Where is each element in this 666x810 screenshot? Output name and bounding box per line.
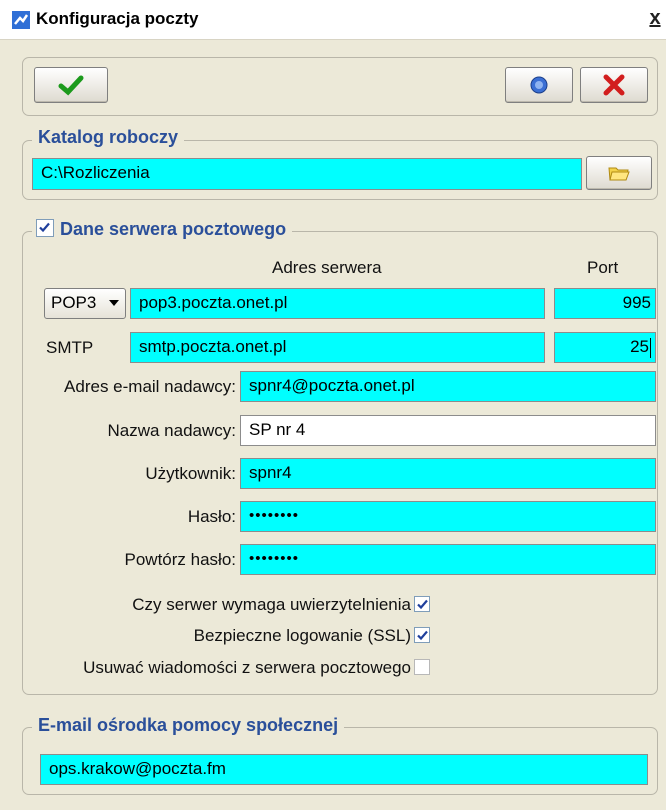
- checkmark-icon: [39, 222, 50, 233]
- sender-name-label: Nazwa nadawcy:: [107, 421, 236, 440]
- title-bar: Konfiguracja poczty x: [0, 0, 666, 40]
- ssl-checkbox[interactable]: [414, 627, 430, 643]
- working-dir-input[interactable]: C:\Rozliczenia: [32, 158, 582, 190]
- text-caret: [650, 337, 651, 358]
- help-center-email-input[interactable]: ops.krakow@poczta.fm: [40, 754, 648, 785]
- help-center-legend: E-mail ośrodka pomocy społecznej: [32, 715, 345, 736]
- outgoing-port-input[interactable]: 25: [554, 332, 656, 363]
- envelope-app-icon: [12, 11, 30, 29]
- checkmark-icon: [417, 599, 428, 610]
- server-enabled-checkbox[interactable]: [36, 219, 54, 237]
- working-dir-legend: Katalog roboczy: [32, 127, 185, 148]
- browse-folder-button[interactable]: [586, 156, 652, 190]
- green-check-icon: [58, 75, 84, 96]
- smtp-label: SMTP: [46, 338, 94, 357]
- red-x-icon: [603, 74, 625, 96]
- auth-checkbox[interactable]: [414, 596, 430, 612]
- close-icon[interactable]: x: [645, 6, 665, 30]
- server-legend: Dane serwera pocztowego: [60, 219, 287, 239]
- help-icon: [530, 76, 548, 94]
- password-input[interactable]: ••••••••: [240, 501, 656, 532]
- delete-messages-label: Usuwać wiadomości z serwera pocztowego: [83, 658, 411, 677]
- ok-button[interactable]: [34, 67, 108, 103]
- sender-email-label: Adres e-mail nadawcy:: [64, 377, 236, 396]
- help-button[interactable]: [505, 67, 573, 103]
- incoming-server-input[interactable]: pop3.poczta.onet.pl: [130, 288, 545, 319]
- user-label: Użytkownik:: [145, 464, 236, 483]
- cancel-button[interactable]: [580, 67, 648, 103]
- ssl-label: Bezpieczne logowanie (SSL): [193, 626, 411, 645]
- protocol-select[interactable]: POP3: [44, 288, 126, 319]
- delete-messages-checkbox[interactable]: [414, 659, 430, 675]
- column-header-port: Port: [587, 258, 619, 277]
- sender-name-input[interactable]: SP nr 4: [240, 415, 656, 446]
- window-title: Konfiguracja poczty: [36, 9, 199, 28]
- user-input[interactable]: spnr4: [240, 458, 656, 489]
- password-repeat-label: Powtórz hasło:: [124, 550, 237, 569]
- auth-label: Czy serwer wymaga uwierzytelnienia: [132, 595, 411, 614]
- outgoing-port-value: 25: [630, 337, 649, 356]
- folder-icon: [608, 167, 630, 181]
- outgoing-server-input[interactable]: smtp.poczta.onet.pl: [130, 332, 545, 363]
- server-legend-wrap: Dane serwera pocztowego: [32, 219, 293, 240]
- chevron-down-icon: [109, 300, 119, 306]
- incoming-port-input[interactable]: 995: [554, 288, 656, 319]
- checkmark-icon: [417, 630, 428, 641]
- sender-email-input[interactable]: spnr4@poczta.onet.pl: [240, 371, 656, 402]
- password-repeat-input[interactable]: ••••••••: [240, 544, 656, 575]
- password-label: Hasło:: [187, 507, 236, 526]
- column-header-address: Adres serwera: [272, 258, 382, 277]
- protocol-select-value: POP3: [51, 293, 97, 312]
